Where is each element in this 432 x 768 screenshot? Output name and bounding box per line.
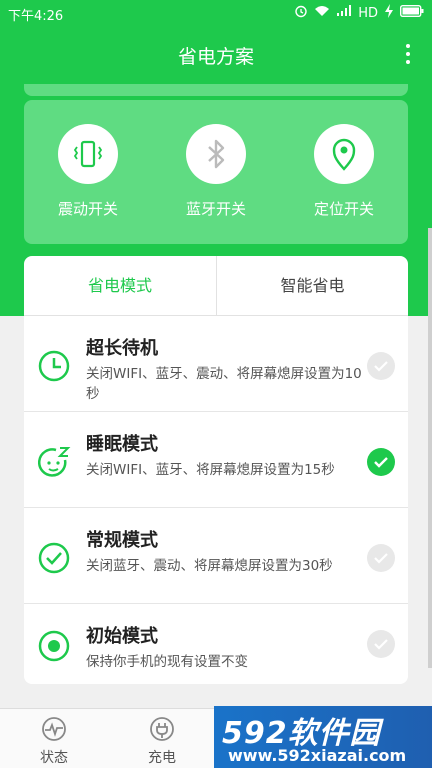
nav-item-label: 充电 [148, 750, 176, 766]
mode-item-sleep[interactable]: 睡眠模式 关闭WIFI、蓝牙、将屏幕熄屏设置为15秒 [24, 412, 408, 508]
mode-item-normal[interactable]: 常规模式 关闭蓝牙、震动、将屏幕熄屏设置为30秒 [24, 508, 408, 604]
vibrate-icon [58, 124, 118, 184]
title-bar: 省电方案 [0, 26, 432, 82]
plug-icon [148, 715, 176, 743]
mode-description: 关闭WIFI、蓝牙、将屏幕熄屏设置为15秒 [86, 462, 335, 478]
mode-name: 睡眠模式 [86, 434, 158, 455]
battery-charging-icon [384, 4, 394, 22]
battery-icon [399, 4, 424, 21]
nav-item-charge[interactable]: 充电 [108, 715, 216, 767]
check-circle-icon [38, 542, 70, 574]
bluetooth-switch-label: 蓝牙开关 [185, 200, 246, 218]
status-bar: 下午4:26 HD [0, 0, 432, 26]
card-edge [24, 84, 408, 96]
check-icon [374, 553, 388, 564]
vibrate-switch-label: 震动开关 [57, 200, 118, 218]
sleep-face-icon [38, 446, 71, 478]
nav-item-label: 状态 [40, 750, 68, 766]
mode-name: 初始模式 [86, 626, 158, 647]
dot-circle-icon [38, 630, 70, 662]
mode-tabs: 省电模式 智能省电 [24, 256, 408, 316]
mode-description: 保持你手机的现有设置不变 [86, 654, 248, 670]
status-icons: HD [294, 4, 424, 22]
location-switch-label: 定位开关 [313, 200, 374, 218]
mode-name: 超长待机 [86, 338, 158, 359]
mode-panel: 省电模式 智能省电 超长待机 关闭WIFI、蓝牙、震动、将屏幕熄屏设置为10秒 … [24, 256, 408, 684]
tab-power-saving-mode[interactable]: 省电模式 [24, 256, 216, 316]
network-type: HD [358, 5, 378, 21]
bluetooth-icon [186, 124, 246, 184]
mode-check-toggle[interactable] [367, 544, 395, 572]
mode-item-long-standby[interactable]: 超长待机 关闭WIFI、蓝牙、震动、将屏幕熄屏设置为10秒 [24, 316, 408, 412]
page-title: 省电方案 [177, 46, 254, 68]
signal-icon [336, 5, 352, 21]
nav-item-status[interactable]: 状态 [0, 715, 108, 767]
watermark-logo: 592软件园 www.592xiazai.com [214, 706, 432, 768]
mode-name: 常规模式 [86, 530, 158, 551]
check-icon [374, 457, 388, 468]
mode-description: 关闭蓝牙、震动、将屏幕熄屏设置为30秒 [86, 558, 333, 574]
location-pin-icon [314, 124, 374, 184]
check-icon [374, 361, 388, 372]
location-switch[interactable]: 定位开关 [280, 124, 408, 219]
more-menu-icon[interactable] [398, 40, 418, 68]
clock-icon [38, 350, 70, 382]
watermark-url: www.592xiazai.com [228, 746, 407, 765]
scrollbar[interactable] [428, 228, 432, 668]
tab-smart-saving[interactable]: 智能省电 [216, 256, 408, 316]
check-icon [374, 639, 388, 650]
vibrate-switch[interactable]: 震动开关 [24, 124, 152, 219]
pulse-icon [40, 715, 68, 743]
alarm-icon [294, 4, 308, 22]
quick-switch-card: 震动开关 蓝牙开关 定位开关 [24, 100, 408, 244]
mode-check-toggle[interactable] [367, 630, 395, 658]
status-time: 下午4:26 [8, 9, 64, 24]
wifi-icon [314, 5, 330, 21]
mode-check-toggle[interactable] [367, 448, 395, 476]
mode-check-toggle[interactable] [367, 352, 395, 380]
mode-item-initial[interactable]: 初始模式 保持你手机的现有设置不变 [24, 604, 408, 684]
bluetooth-switch[interactable]: 蓝牙开关 [152, 124, 280, 219]
mode-description: 关闭WIFI、蓝牙、震动、将屏幕熄屏设置为10秒 [86, 366, 362, 402]
